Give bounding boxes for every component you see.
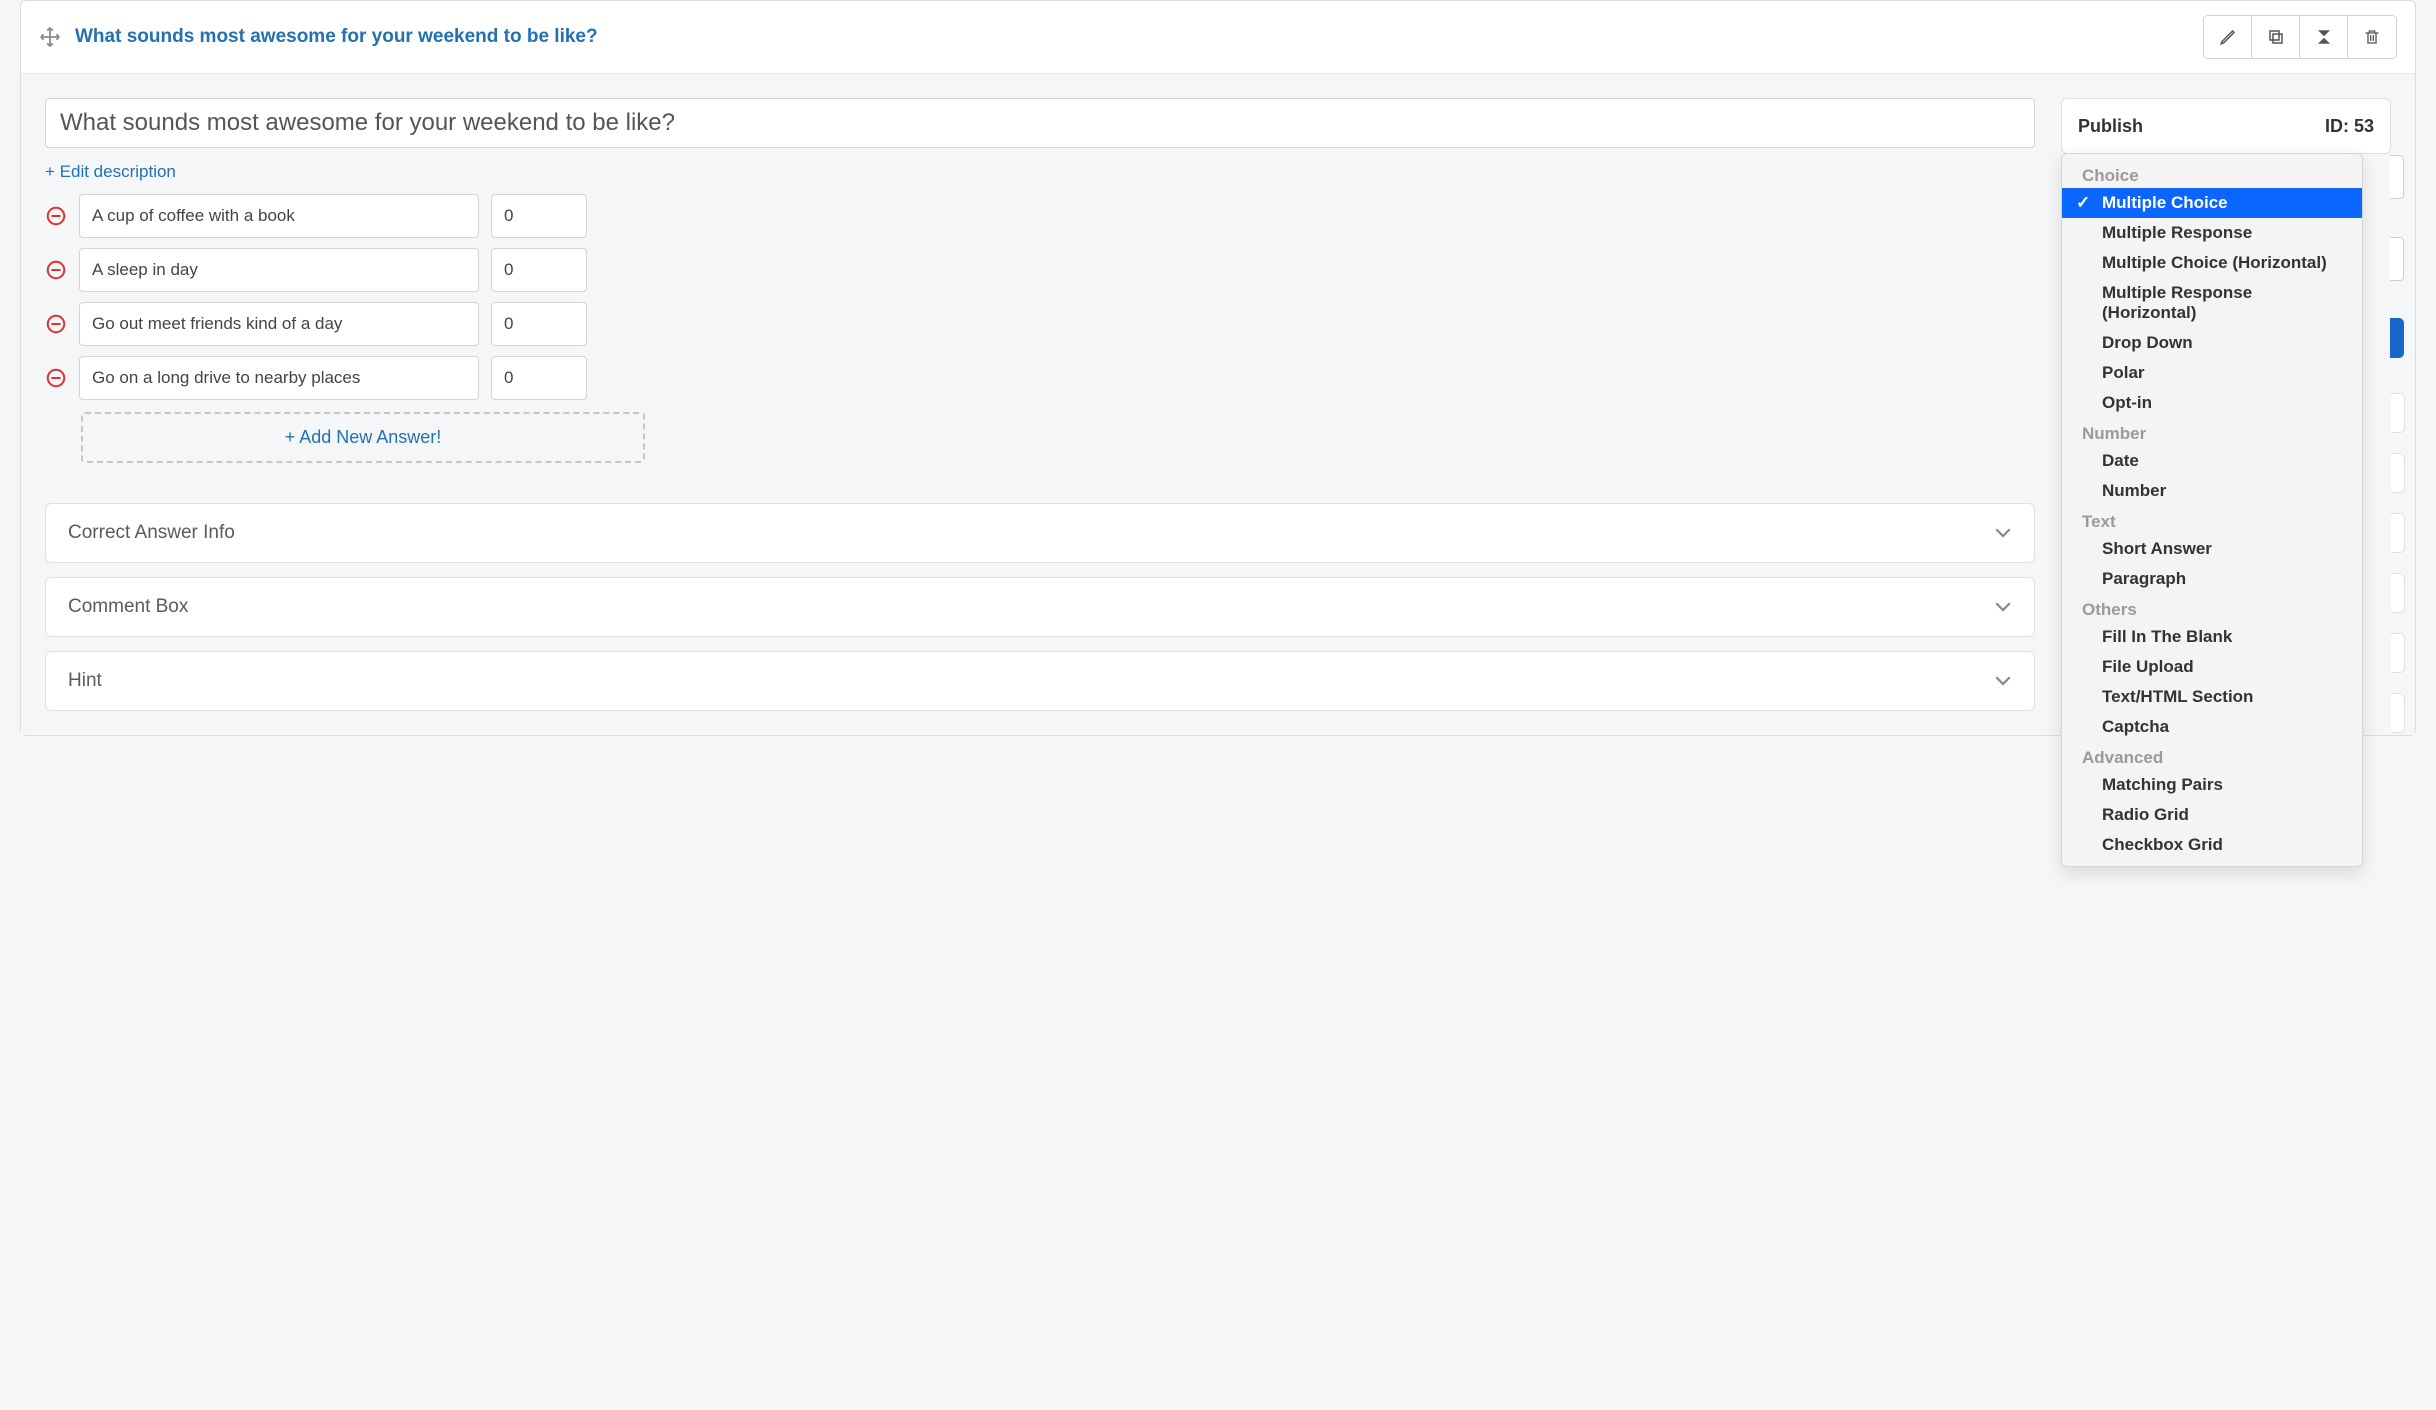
dropdown-item[interactable]: Radio Grid	[2062, 800, 2362, 830]
answer-text-input[interactable]	[79, 248, 479, 292]
accordion-label: Comment Box	[68, 596, 188, 618]
question-type-dropdown[interactable]: ChoiceMultiple ChoiceMultiple ResponseMu…	[2061, 153, 2363, 867]
remove-answer-button[interactable]	[45, 205, 67, 227]
collapse-button[interactable]	[2300, 16, 2348, 58]
edit-description-link[interactable]: + Edit description	[45, 162, 176, 182]
question-card: What sounds most awesome for your weeken…	[20, 0, 2416, 736]
collapse-icon	[2315, 30, 2333, 44]
question-title-input[interactable]	[45, 98, 2035, 148]
publish-panel: Publish ID: 53 ChoiceMultiple ChoiceMult…	[2061, 98, 2391, 154]
dropdown-item[interactable]: Multiple Response	[2062, 218, 2362, 248]
duplicate-button[interactable]	[2252, 16, 2300, 58]
dropdown-item[interactable]: Checkbox Grid	[2062, 830, 2362, 860]
accordion-comment-box[interactable]: Comment Box	[45, 577, 2035, 637]
drag-handle-icon[interactable]	[39, 26, 61, 48]
header-toolbar	[2203, 15, 2397, 59]
dropdown-group-label: Choice	[2062, 160, 2362, 188]
remove-answer-button[interactable]	[45, 259, 67, 281]
accordion-label: Hint	[68, 670, 102, 692]
accordions: Correct Answer Info Comment Box Hint	[45, 503, 2035, 711]
hidden-panel-edge	[2391, 633, 2405, 673]
accordion-label: Correct Answer Info	[68, 522, 235, 544]
chevron-down-icon	[1994, 601, 2012, 613]
answer-points-input[interactable]	[491, 356, 587, 400]
hidden-select-edge	[2390, 155, 2404, 199]
card-body: + Edit description	[21, 74, 2415, 735]
dropdown-item[interactable]: Text/HTML Section	[2062, 682, 2362, 712]
hidden-panel-edge	[2391, 573, 2405, 613]
dropdown-item[interactable]: Paragraph	[2062, 564, 2362, 594]
hidden-panel-edge	[2391, 453, 2405, 493]
answer-text-input[interactable]	[79, 356, 479, 400]
answer-row	[45, 194, 2035, 238]
dropdown-item[interactable]: Multiple Response (Horizontal)	[2062, 278, 2362, 328]
answer-text-input[interactable]	[79, 194, 479, 238]
dropdown-item[interactable]: Matching Pairs	[2062, 770, 2362, 800]
remove-circle-icon	[45, 367, 67, 389]
question-title-link[interactable]: What sounds most awesome for your weeken…	[75, 26, 598, 48]
chevron-down-icon	[1994, 675, 2012, 687]
answer-row	[45, 248, 2035, 292]
delete-button[interactable]	[2348, 16, 2396, 58]
hidden-panel-edge	[2391, 693, 2405, 733]
remove-answer-button[interactable]	[45, 313, 67, 335]
copy-icon	[2267, 28, 2285, 46]
chevron-down-icon	[1994, 527, 2012, 539]
hidden-save-button-edge	[2390, 318, 2404, 358]
side-column: Publish ID: 53 ChoiceMultiple ChoiceMult…	[2061, 98, 2391, 711]
trash-icon	[2364, 28, 2380, 46]
dropdown-group-label: Text	[2062, 506, 2362, 534]
pencil-icon	[2219, 28, 2237, 46]
remove-circle-icon	[45, 259, 67, 281]
edit-button[interactable]	[2204, 16, 2252, 58]
dropdown-item[interactable]: Polar	[2062, 358, 2362, 388]
hidden-panel-edge	[2391, 393, 2405, 433]
accordion-hint[interactable]: Hint	[45, 651, 2035, 711]
answer-points-input[interactable]	[491, 302, 587, 346]
card-header: What sounds most awesome for your weeken…	[21, 1, 2415, 74]
remove-answer-button[interactable]	[45, 367, 67, 389]
dropdown-item[interactable]: File Upload	[2062, 652, 2362, 682]
question-id-label: ID: 53	[2325, 116, 2374, 137]
dropdown-item[interactable]: Multiple Choice	[2062, 188, 2362, 218]
dropdown-item[interactable]: Opt-in	[2062, 388, 2362, 418]
answer-row	[45, 356, 2035, 400]
hidden-panel-edge	[2391, 513, 2405, 553]
answer-text-input[interactable]	[79, 302, 479, 346]
dropdown-item[interactable]: Drop Down	[2062, 328, 2362, 358]
answer-points-input[interactable]	[491, 194, 587, 238]
dropdown-group-label: Number	[2062, 418, 2362, 446]
dropdown-group-label: Others	[2062, 594, 2362, 622]
dropdown-group-label: Advanced	[2062, 742, 2362, 770]
dropdown-item[interactable]: Fill In The Blank	[2062, 622, 2362, 652]
dropdown-item[interactable]: Date	[2062, 446, 2362, 476]
dropdown-item[interactable]: Captcha	[2062, 712, 2362, 742]
accordion-correct-answer-info[interactable]: Correct Answer Info	[45, 503, 2035, 563]
dropdown-item[interactable]: Number	[2062, 476, 2362, 506]
remove-circle-icon	[45, 205, 67, 227]
add-answer-button[interactable]: + Add New Answer!	[81, 412, 645, 463]
answer-points-input[interactable]	[491, 248, 587, 292]
main-column: + Edit description	[45, 98, 2035, 711]
answers-list	[45, 194, 2035, 400]
answer-row	[45, 302, 2035, 346]
dropdown-item[interactable]: Short Answer	[2062, 534, 2362, 564]
dropdown-item[interactable]: Multiple Choice (Horizontal)	[2062, 248, 2362, 278]
remove-circle-icon	[45, 313, 67, 335]
hidden-select-edge	[2390, 237, 2404, 281]
publish-label: Publish	[2078, 116, 2143, 137]
